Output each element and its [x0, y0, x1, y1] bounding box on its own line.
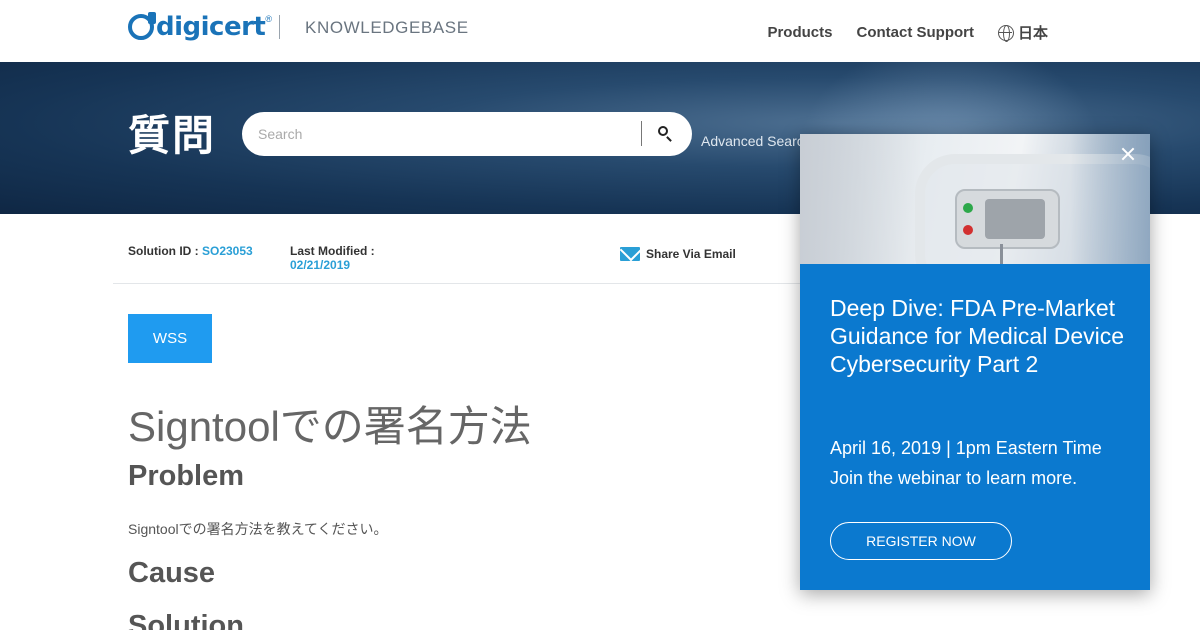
popup-date: April 16, 2019 | 1pm Eastern Time [830, 438, 1102, 458]
article-meta-row: Solution ID : SO23053 Last Modified : 02… [113, 214, 803, 284]
advanced-search-link[interactable]: Advanced Search [701, 133, 812, 149]
article-title: Signtoolでの署名方法 [128, 403, 532, 450]
search-input[interactable] [258, 112, 628, 156]
popup-title: Deep Dive: FDA Pre-Market Guidance for M… [830, 295, 1125, 377]
close-icon[interactable] [1118, 144, 1138, 164]
bed-control-panel [955, 189, 1060, 249]
section-heading-problem: Problem [128, 460, 245, 492]
knowledgebase-label[interactable]: KNOWLEDGEBASE [305, 18, 469, 38]
popup-hero-image [800, 134, 1150, 264]
mail-icon [620, 247, 640, 261]
section-heading-solution: Solution [128, 610, 244, 630]
solution-id-value: SO23053 [202, 244, 253, 258]
solution-id: Solution ID : SO23053 [128, 244, 253, 258]
digicert-logo-mark-icon [128, 12, 156, 40]
green-button-shape [963, 203, 973, 213]
image-blur-left [800, 134, 920, 264]
last-modified-label: Last Modified : [290, 244, 375, 258]
register-now-button[interactable]: REGISTER NOW [830, 522, 1012, 560]
share-label: Share Via Email [646, 247, 736, 261]
popup-description: Join the webinar to learn more. [830, 468, 1078, 488]
cord [1000, 244, 1003, 264]
solution-id-label: Solution ID : [128, 244, 199, 258]
digicert-logo[interactable]: digicert ® [128, 12, 272, 42]
language-label: 日本 [1017, 25, 1048, 42]
nav-contact-support[interactable]: Contact Support [856, 24, 974, 41]
search-separator [641, 121, 642, 146]
logo-text: digicert [156, 12, 266, 42]
top-header: digicert ® KNOWLEDGEBASE Products Contac… [0, 0, 1200, 62]
problem-body: Signtoolでの署名方法を教えてください。 [128, 521, 388, 537]
registered-mark: ® [265, 14, 272, 24]
header-divider [279, 15, 280, 39]
search-button[interactable] [650, 120, 678, 148]
nav-products[interactable]: Products [767, 24, 832, 41]
last-modified-value: 02/21/2019 [290, 258, 351, 272]
section-heading-cause: Cause [128, 557, 216, 589]
page-heading: 質問 [128, 112, 217, 159]
red-button-shape [963, 225, 973, 235]
globe-icon [997, 24, 1014, 42]
control-keys [985, 199, 1045, 239]
last-modified: Last Modified : 02/21/2019 [290, 244, 375, 272]
webinar-popup: Deep Dive: FDA Pre-Market Guidance for M… [800, 134, 1150, 590]
language-selector[interactable]: 日本 [997, 22, 1048, 43]
tag-wss-button[interactable]: WSS [128, 314, 212, 363]
image-blur-right [1070, 134, 1150, 264]
search-box [242, 112, 692, 156]
share-via-email-link[interactable]: Share Via Email [620, 247, 736, 261]
main-nav: Products Contact Support 日本 [767, 22, 1048, 43]
search-icon [658, 126, 668, 136]
